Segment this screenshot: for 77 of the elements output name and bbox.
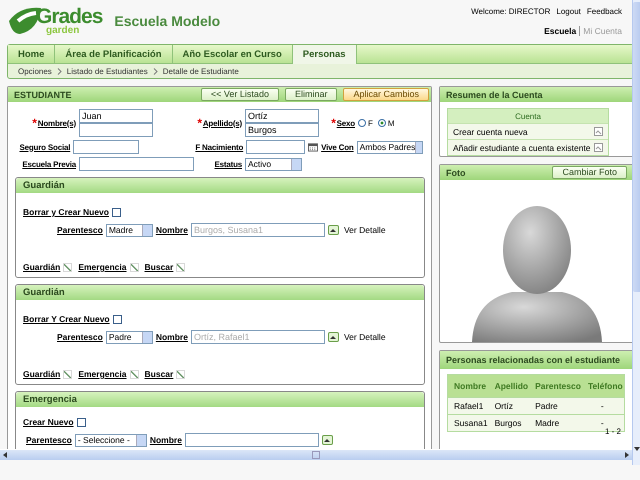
breadcrumb-link[interactable]: Detalle de Estudiante [162,66,239,76]
column-header: Teléfono [582,374,624,398]
action-button[interactable]: Aplicar Cambios [343,88,429,101]
panel-title: Resumen de la Cuenta [446,90,543,100]
first-name-field[interactable]: Juan [79,109,153,123]
account-link[interactable]: Crear cuenta nueva [453,126,528,136]
field-label: F Nacimiento [194,142,244,152]
table-cell: Susana1 [448,414,489,432]
section-title: Guardián [23,180,65,191]
header-link[interactable]: Logout [556,7,581,16]
panel-title: Personas relacionadas con el estudiante [446,355,620,365]
table-cell: Ortíz [488,398,530,414]
section-title: Emergencia [23,394,77,405]
logo-subtitle: garden [46,26,80,34]
field-label: Seguro Social [18,142,72,152]
nav-tab[interactable]: Área de Planificación [55,45,172,63]
field-label: Buscar [144,262,174,272]
welcome-text: Welcome: DIRECTOR [471,7,550,16]
table-cell: Padre [529,398,582,414]
field-label: Guardián [23,262,60,272]
table-header: Cuenta [448,109,608,123]
field-label: Emergencia [78,369,127,379]
header-link[interactable]: Feedback [586,7,622,16]
table-cell: Rafael1 [448,398,489,414]
context-link[interactable]: Escuela [544,26,576,36]
breadcrumb-link[interactable]: Listado de Estudiantes [66,66,148,76]
table-cell: Burgos [488,414,530,432]
nav-tab[interactable]: Home [8,45,56,63]
column-header: Nombre [448,374,489,398]
section-title: Guardián [23,287,65,298]
detail-link[interactable]: Ver Detalle [344,332,386,342]
field-label: Parentesco [57,225,103,235]
field-label: Vive Con [321,142,355,152]
field-label: Borrar y Crear Nuevo [23,207,109,217]
surname-field[interactable]: Ortíz [245,109,319,123]
field-label: Nombre [150,435,182,445]
table-cell: Madre [529,414,582,432]
field-label: Buscar [144,369,174,379]
panel-title: Foto [446,168,466,178]
nav-tab[interactable]: Personas [292,45,357,64]
field-label: Estatus [214,160,243,168]
pager-text: 1 - 2 [604,427,621,436]
required-mark: * [32,116,37,130]
column-header: Apellido [488,374,530,398]
relationship-select[interactable]: - Seleccione - [74,434,147,446]
column-header: Parentesco [529,374,582,398]
action-button[interactable]: Eliminar [284,88,338,101]
field-label: Crear Nuevo [23,417,74,427]
radio-label: M [388,118,395,128]
required-mark: * [331,116,336,130]
field-label: Parentesco [26,435,72,445]
action-button[interactable]: << Ver Listado [200,88,279,101]
panel-title: ESTUDIANTE [14,90,72,100]
breadcrumb-link[interactable]: Opciones [18,66,52,76]
required-mark: * [197,116,202,130]
field-label: Guardián [23,369,60,379]
relationship-select[interactable]: Padre [106,330,153,344]
field-label: Emergencia [78,262,127,272]
table-cell: - [582,398,624,414]
field-label: Nombre [156,225,188,235]
surname-field[interactable]: Burgos [245,123,319,137]
field-label: Borrar Y Crear Nuevo [23,314,110,324]
logo-title: Grades [36,8,102,26]
field-label: Nombre(s) [38,118,76,128]
relationship-select[interactable]: Madre [106,224,153,236]
status-select[interactable]: Activo [245,158,302,170]
change-photo-button[interactable]: Cambiar Foto [552,166,627,179]
field-label: Parentesco [57,332,103,342]
field-label: Nombre [156,332,188,342]
detail-link[interactable]: Ver Detalle [344,225,386,235]
field-label: Sexo [336,118,355,128]
account-link[interactable]: Añadir estudiante a cuenta existente [453,142,591,152]
field-label: Escuela Previa [21,160,78,168]
field-label: Apellido(s) [202,118,242,128]
lives-with-select[interactable]: Ambos Padres [356,140,423,154]
school-name: Escuela Modelo [114,13,220,29]
radio-label: F [368,118,373,128]
